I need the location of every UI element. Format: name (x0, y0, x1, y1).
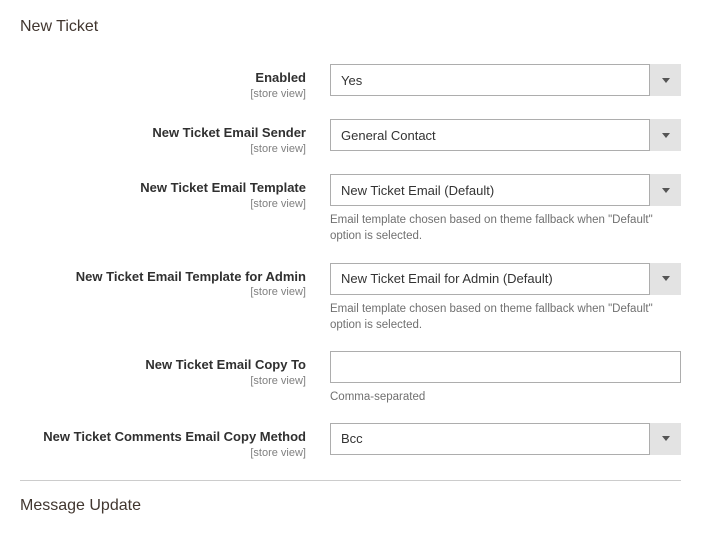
select-copy-method-value: Bcc (330, 423, 681, 455)
label-template: New Ticket Email Template [store view] (20, 174, 330, 211)
label-sender-text: New Ticket Email Sender (20, 125, 306, 142)
label-template-admin-scope: [store view] (20, 285, 306, 299)
section-divider (20, 480, 681, 481)
field-copy-method: New Ticket Comments Email Copy Method [s… (20, 423, 681, 460)
select-template[interactable]: New Ticket Email (Default) (330, 174, 681, 206)
label-template-scope: [store view] (20, 197, 306, 211)
select-template-value: New Ticket Email (Default) (330, 174, 681, 206)
label-sender: New Ticket Email Sender [store view] (20, 119, 330, 156)
input-copy-to[interactable] (330, 351, 681, 383)
select-enabled[interactable]: Yes (330, 64, 681, 96)
help-template-admin: Email template chosen based on theme fal… (330, 301, 681, 333)
select-template-admin[interactable]: New Ticket Email for Admin (Default) (330, 263, 681, 295)
select-copy-method[interactable]: Bcc (330, 423, 681, 455)
field-enabled: Enabled [store view] Yes (20, 64, 681, 101)
help-copy-to: Comma-separated (330, 389, 681, 405)
select-enabled-value: Yes (330, 64, 681, 96)
field-template-admin: New Ticket Email Template for Admin [sto… (20, 263, 681, 333)
label-enabled-scope: [store view] (20, 87, 306, 101)
field-template: New Ticket Email Template [store view] N… (20, 174, 681, 244)
section-title-message-update: Message Update (20, 497, 681, 515)
field-sender: New Ticket Email Sender [store view] Gen… (20, 119, 681, 156)
label-copy-to: New Ticket Email Copy To [store view] (20, 351, 330, 388)
label-copy-method-scope: [store view] (20, 446, 306, 460)
label-template-text: New Ticket Email Template (20, 180, 306, 197)
help-template: Email template chosen based on theme fal… (330, 212, 681, 244)
select-sender[interactable]: General Contact (330, 119, 681, 151)
label-copy-to-text: New Ticket Email Copy To (20, 357, 306, 374)
select-template-admin-value: New Ticket Email for Admin (Default) (330, 263, 681, 295)
label-copy-method: New Ticket Comments Email Copy Method [s… (20, 423, 330, 460)
label-template-admin: New Ticket Email Template for Admin [sto… (20, 263, 330, 300)
label-copy-to-scope: [store view] (20, 374, 306, 388)
label-copy-method-text: New Ticket Comments Email Copy Method (20, 429, 306, 446)
label-enabled-text: Enabled (20, 70, 306, 87)
label-sender-scope: [store view] (20, 142, 306, 156)
section-title-new-ticket: New Ticket (20, 18, 681, 36)
label-enabled: Enabled [store view] (20, 64, 330, 101)
field-copy-to: New Ticket Email Copy To [store view] Co… (20, 351, 681, 405)
select-sender-value: General Contact (330, 119, 681, 151)
label-template-admin-text: New Ticket Email Template for Admin (20, 269, 306, 286)
